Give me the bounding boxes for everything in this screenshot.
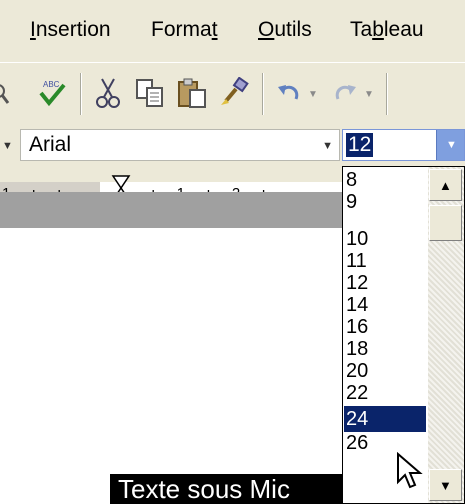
chevron-up-icon: ▲ — [439, 178, 452, 193]
font-name-combo[interactable]: Arial ▼ — [20, 129, 340, 161]
scrollbar-thumb[interactable] — [429, 205, 462, 241]
size-list-scrollbar[interactable]: ▲ ▼ — [428, 167, 464, 503]
menu-mnemonic: O — [258, 18, 275, 41]
size-option[interactable]: 12 — [344, 272, 426, 294]
menu-label: Ta — [350, 18, 373, 41]
font-name-value: Arial — [29, 133, 72, 156]
font-size-combo[interactable]: 12 ▼ — [342, 129, 465, 161]
redo-dropdown-arrow[interactable]: ▼ — [364, 89, 374, 100]
font-dropdown-arrow[interactable]: ▼ — [322, 140, 333, 152]
menu-format[interactable]: Format — [151, 18, 218, 42]
size-option[interactable]: 16 — [344, 316, 426, 338]
size-option[interactable]: 10 — [344, 228, 426, 250]
size-option-selected[interactable]: 24 — [344, 406, 426, 432]
scroll-down-button[interactable]: ▼ — [429, 469, 462, 501]
cut-icon[interactable] — [92, 77, 124, 109]
size-option[interactable]: 26 — [344, 432, 426, 454]
menu-tableau[interactable]: Tableau — [350, 18, 424, 42]
chevron-down-icon: ▼ — [446, 139, 457, 151]
undo-dropdown-arrow[interactable]: ▼ — [308, 89, 318, 100]
undo-icon[interactable] — [276, 77, 304, 109]
font-size-dropdown-button[interactable]: ▼ — [436, 130, 464, 160]
menu-insertion[interactable]: Insertion — [30, 18, 111, 42]
style-dropdown-arrow[interactable]: ▼ — [2, 140, 13, 152]
menu-bar: Insertion Format Outils Tableau — [0, 0, 465, 62]
document-gray-area — [0, 192, 342, 228]
format-painter-icon[interactable] — [218, 77, 250, 109]
menu-mnemonic: b — [372, 18, 384, 41]
menu-label: leau — [383, 18, 424, 41]
size-option[interactable]: 22 — [344, 382, 426, 404]
size-option[interactable]: 11 — [344, 250, 426, 272]
toolbar-separator — [262, 73, 264, 115]
size-option[interactable]: 9 — [344, 191, 426, 213]
menu-label: nsertion — [35, 18, 111, 41]
font-size-value[interactable]: 12 — [346, 133, 374, 157]
size-option[interactable]: 14 — [344, 294, 426, 316]
search-partial-icon[interactable] — [0, 77, 10, 109]
copy-icon[interactable] — [134, 77, 166, 109]
menu-label: utils — [274, 18, 312, 41]
svg-text:ABC: ABC — [43, 80, 60, 89]
menu-mnemonic: t — [211, 18, 218, 41]
toolbar-separator — [386, 73, 388, 115]
chevron-down-icon: ▼ — [439, 478, 452, 493]
menu-label: Forma — [151, 18, 212, 41]
size-option[interactable]: 18 — [344, 338, 426, 360]
scroll-up-button[interactable]: ▲ — [429, 169, 462, 201]
paste-icon[interactable] — [176, 77, 208, 109]
formatting-toolbar: ▼ Arial ▼ 12 ▼ — [0, 122, 465, 166]
size-option[interactable]: 20 — [344, 360, 426, 382]
spelling-icon[interactable]: ABC — [36, 77, 68, 109]
menu-outils[interactable]: Outils — [258, 18, 312, 42]
size-option[interactable]: 8 — [344, 169, 426, 191]
mouse-pointer-icon — [397, 452, 423, 489]
document-selected-text[interactable]: Texte sous Mic — [110, 474, 342, 504]
redo-icon[interactable] — [332, 77, 360, 109]
standard-toolbar: ABC ▼ ▼ — [0, 62, 465, 122]
toolbar-separator — [80, 73, 82, 115]
